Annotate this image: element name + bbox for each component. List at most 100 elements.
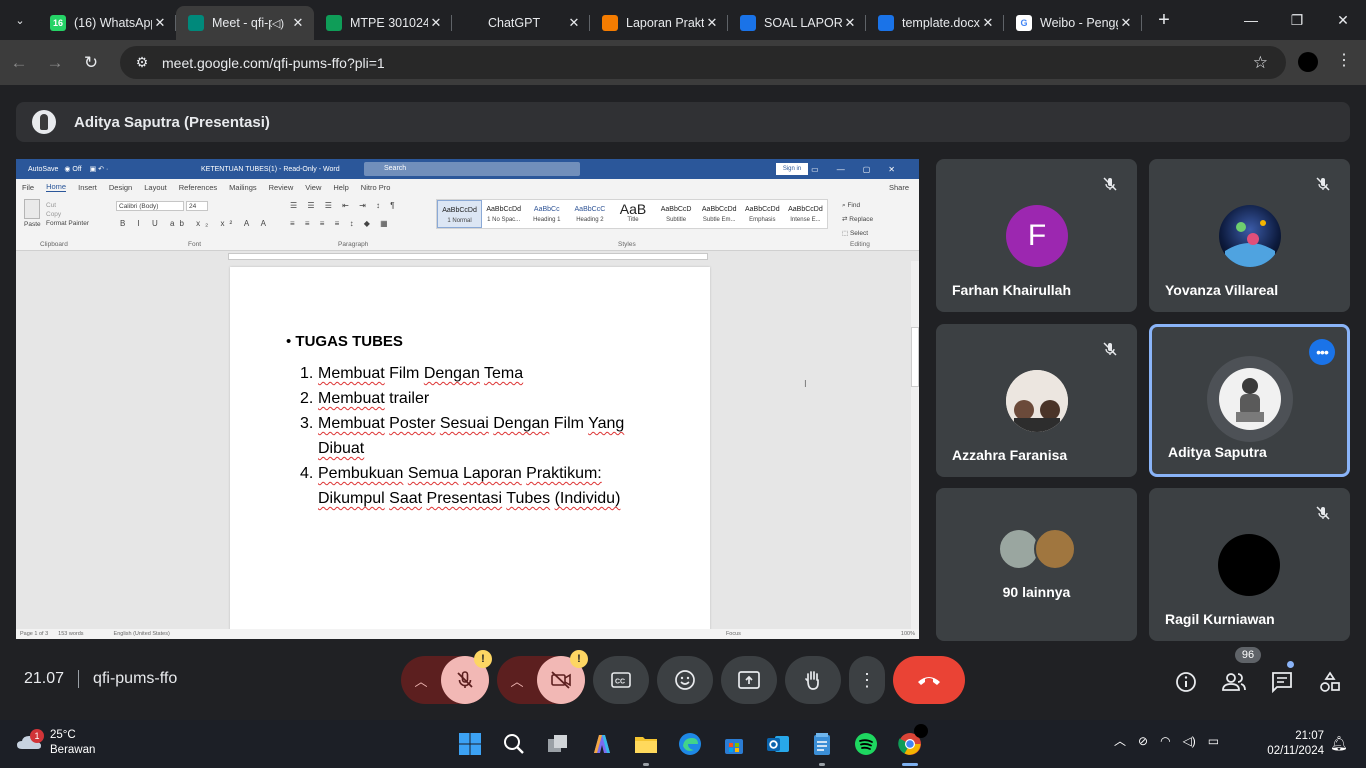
participant-tile[interactable]: Ragil Kurniawan <box>1149 488 1350 641</box>
tray-overflow-icon[interactable]: ︿ <box>1114 732 1126 749</box>
tab-close-icon[interactable]: ✕ <box>566 15 582 31</box>
tab-close-icon[interactable]: ✕ <box>290 15 306 31</box>
store-app[interactable] <box>712 726 756 762</box>
taskbar-search-button[interactable] <box>492 726 536 762</box>
tab-close-icon[interactable]: ✕ <box>980 15 996 31</box>
avatar <box>1034 528 1076 570</box>
status-words: 153 words <box>58 631 84 637</box>
browser-menu-icon[interactable]: ⋮ <box>1336 50 1352 70</box>
tab-search-button[interactable]: ⌄ <box>8 8 32 32</box>
more-options-button[interactable]: ⋮ <box>849 656 885 704</box>
tab-title: SOAL LAPORAN <box>764 16 842 30</box>
outlook-app[interactable] <box>756 726 800 762</box>
activities-button[interactable] <box>1318 670 1342 694</box>
task-view-button[interactable] <box>536 726 580 762</box>
minimize-button[interactable]: — <box>1228 0 1274 40</box>
profile-avatar[interactable] <box>1298 52 1318 72</box>
notepad-app[interactable] <box>800 726 844 766</box>
notification-bell-icon[interactable]: 🔔︎ <box>1330 735 1348 752</box>
taskbar-clock[interactable]: 21:07 02/11/2024 <box>1260 729 1324 759</box>
mic-off-icon <box>1099 173 1121 195</box>
reactions-button[interactable] <box>657 656 713 704</box>
present-button[interactable] <box>721 656 777 704</box>
browser-tab[interactable]: 16 (16) WhatsApp ✕ <box>38 6 176 40</box>
tab-close-icon[interactable]: ✕ <box>152 15 168 31</box>
new-tab-button[interactable]: + <box>1150 6 1178 34</box>
status-language: English (United States) <box>113 631 170 637</box>
start-button[interactable] <box>448 726 492 762</box>
tab-close-icon[interactable]: ✕ <box>1118 15 1134 31</box>
people-button[interactable] <box>1222 670 1246 694</box>
battery-icon[interactable]: ▭ <box>1208 734 1219 748</box>
taskbar-apps <box>448 724 932 766</box>
captions-icon: CC <box>611 672 631 688</box>
tab-favicon-icon <box>188 15 204 31</box>
tab-favicon-icon <box>602 15 618 31</box>
list-item: 1. Membuat Film Dengan Tema <box>300 365 524 382</box>
captions-button[interactable]: CC <box>593 656 649 704</box>
tab-audio-icon[interactable]: ◁) <box>272 17 284 30</box>
browser-tab[interactable]: Meet - qfi-pums-ffo◁) ✕ <box>176 6 314 40</box>
paragraph-icons: ☰ ☰ ☰ ⇤ ⇥ ↕ ¶ <box>290 201 399 210</box>
site-info-icon[interactable]: ⚙ <box>126 54 158 71</box>
close-window-button[interactable]: ✕ <box>1320 0 1366 40</box>
mic-warning-badge: ! <box>474 650 492 668</box>
status-zoom: 100% <box>900 631 915 637</box>
spotify-app[interactable] <box>844 726 888 762</box>
camera-options-chevron-icon[interactable]: ︿ <box>497 656 537 704</box>
more-vert-icon: ⋮ <box>858 669 876 690</box>
edge-app[interactable] <box>668 726 712 762</box>
word-menu-tab: Home <box>46 182 67 192</box>
tab-favicon-icon <box>326 15 342 31</box>
end-call-button[interactable] <box>893 656 965 704</box>
raise-hand-button[interactable] <box>785 656 841 704</box>
participant-tile[interactable]: Yovanza Villareal <box>1149 159 1350 312</box>
address-bar[interactable]: ⚙ meet.google.com/qfi-pums-ffo?pli=1 ☆ <box>120 46 1286 79</box>
copilot-app[interactable] <box>580 726 624 762</box>
align-icons: ≡ ≡ ≡ ≡ ↕ ◆ ▦ <box>290 219 392 228</box>
browser-tab[interactable]: MTPE 301024 ✕ <box>314 6 452 40</box>
participant-tile[interactable]: Azzahra Faranisa <box>936 324 1137 477</box>
others-tile[interactable]: 90 lainnya <box>936 488 1137 641</box>
tab-close-icon[interactable]: ✕ <box>842 15 858 31</box>
browser-tab[interactable]: G Weibo - Pengguna✕ <box>1004 6 1142 40</box>
search-icon <box>504 734 524 754</box>
browser-tab[interactable]: ChatGPT ✕ <box>452 6 590 40</box>
weather-widget[interactable]: 1 25°C Berawan <box>16 728 95 758</box>
forward-button[interactable]: → <box>38 46 72 80</box>
word-menu-tab: Nitro Pro <box>360 182 391 192</box>
more-options-icon[interactable]: ••• <box>1309 339 1335 365</box>
browser-tab[interactable]: template.docx ✕ <box>866 6 1004 40</box>
style-item: AaBbCcDd Intense E... <box>788 206 823 223</box>
file-explorer-app[interactable] <box>624 726 668 766</box>
chrome-app[interactable] <box>888 724 932 766</box>
camera-warning-badge: ! <box>570 650 588 668</box>
tab-close-icon[interactable]: ✕ <box>428 15 444 31</box>
tab-title: Meet - qfi-pums-ffo <box>212 16 272 30</box>
mic-options-chevron-icon[interactable]: ︿ <box>401 656 441 704</box>
url-text[interactable]: meet.google.com/qfi-pums-ffo?pli=1 <box>162 55 385 71</box>
clock-time: 21:07 <box>1295 730 1324 742</box>
participant-tile-active[interactable]: ••• Aditya Saputra <box>1149 324 1350 477</box>
editing-group: ⌕ Find ⇄ Replace ⬚ Select <box>842 202 874 237</box>
chat-button[interactable] <box>1270 670 1294 694</box>
tab-close-icon[interactable]: ✕ <box>704 15 720 31</box>
windows-start-icon <box>459 733 481 755</box>
tab-favicon-icon: G <box>1016 15 1032 31</box>
browser-tab[interactable]: SOAL LAPORAN✕ <box>728 6 866 40</box>
reload-button[interactable]: ↻ <box>74 46 108 80</box>
bookmark-star-icon[interactable]: ☆ <box>1253 53 1268 73</box>
participant-tile[interactable]: F Farhan Khairullah <box>936 159 1137 312</box>
back-button[interactable]: ← <box>2 46 36 80</box>
restore-button[interactable]: ❐ <box>1274 0 1320 40</box>
wifi-icon[interactable]: ◠ <box>1160 734 1170 748</box>
participant-name: Aditya Saputra <box>1168 444 1267 460</box>
meeting-details-button[interactable] <box>1174 670 1198 694</box>
network-disabled-icon[interactable]: ⊘ <box>1138 734 1148 748</box>
browser-tab[interactable]: Laporan Praktikum✕ <box>590 6 728 40</box>
tab-title: MTPE 301024 <box>350 16 428 30</box>
participant-name: Farhan Khairullah <box>952 282 1072 298</box>
volume-icon[interactable]: ◁) <box>1183 734 1196 748</box>
avatar <box>1218 534 1280 596</box>
cloud-icon: 1 <box>16 729 44 753</box>
